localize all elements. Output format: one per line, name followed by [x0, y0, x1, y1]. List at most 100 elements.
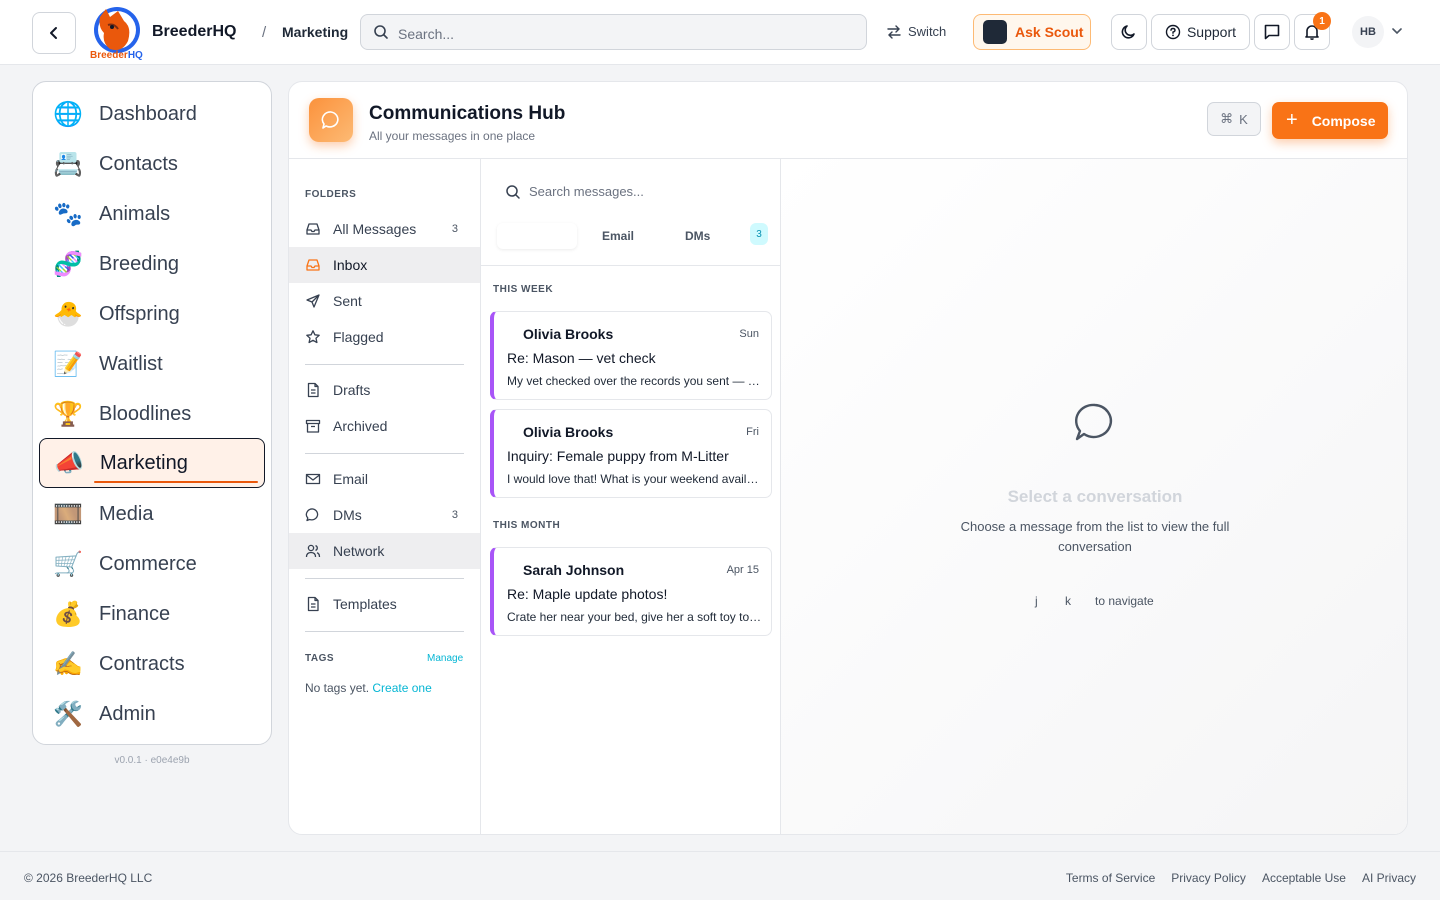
money-bag-icon: 💰 [53, 600, 83, 628]
tab-email[interactable]: Email [602, 229, 634, 243]
folders-heading: FOLDERS [305, 189, 357, 200]
shortcut-key: K [1239, 111, 1248, 127]
app-version: v0.0.1 · e0e4e9b [114, 755, 190, 766]
folder-sent[interactable]: Sent [289, 283, 480, 319]
group-label-this-month: THIS MONTH [493, 520, 561, 531]
theme-toggle-button[interactable] [1111, 14, 1147, 50]
message-date: Sun [739, 328, 759, 340]
search-placeholder: Search... [398, 26, 455, 42]
folder-flagged[interactable]: Flagged [289, 319, 480, 355]
hub-icon [309, 98, 353, 142]
tab-all[interactable] [497, 223, 577, 249]
list-divider [481, 265, 780, 266]
sidebar-item-media[interactable]: 🎞️ Media [39, 489, 265, 539]
folder-dms[interactable]: DMs 3 [289, 497, 480, 533]
message-item[interactable]: Sarah Johnson Apr 15 Re: Maple update ph… [490, 547, 772, 636]
compose-button[interactable]: + Compose [1272, 102, 1388, 139]
message-subject: Re: Mason — vet check [507, 350, 656, 366]
folder-label: Network [333, 543, 385, 559]
sidebar-item-finance[interactable]: 💰 Finance [39, 589, 265, 639]
user-avatar[interactable]: HB [1352, 16, 1384, 48]
globe-icon: 🌐 [53, 100, 83, 128]
messages-button[interactable] [1254, 14, 1290, 50]
dna-icon: 🧬 [53, 250, 83, 278]
no-tags-text: No tags yet. [305, 681, 370, 695]
sidebar-item-label: Animals [99, 202, 171, 225]
inbox-icon [305, 257, 321, 273]
breadcrumb-current[interactable]: Marketing [282, 24, 348, 40]
sidebar: 🌐 Dashboard 📇 Contacts 🐾 Animals 🧬 Breeding … [32, 81, 272, 745]
film-strip-icon: 🎞️ [53, 500, 83, 528]
sidebar-item-waitlist[interactable]: 📝 Waitlist [39, 339, 265, 389]
empty-state-subtitle: Choose a message from the list to view t… [960, 519, 1230, 554]
users-icon [305, 543, 321, 559]
acceptable-use-link[interactable]: Acceptable Use [1262, 871, 1346, 885]
folder-inbox[interactable]: Inbox [289, 247, 480, 283]
sidebar-item-label: Media [99, 502, 154, 525]
copyright: © 2026 BreederHQ LLC [24, 871, 153, 885]
message-subject: Re: Maple update photos! [507, 586, 668, 602]
file-text-icon [305, 382, 321, 398]
folder-divider [305, 631, 464, 632]
paw-prints-icon: 🐾 [53, 200, 83, 228]
sidebar-item-label: Contacts [99, 152, 178, 175]
folder-label: Email [333, 471, 369, 487]
folder-label: Templates [333, 596, 397, 612]
folder-all-messages[interactable]: All Messages 3 [289, 211, 480, 247]
sidebar-item-offspring[interactable]: 🐣 Offspring [39, 289, 265, 339]
sidebar-item-contracts[interactable]: ✍️ Contracts [39, 639, 265, 689]
trophy-icon: 🏆 [53, 400, 83, 428]
sidebar-item-commerce[interactable]: 🛒 Commerce [39, 539, 265, 589]
folder-label: Inbox [333, 257, 368, 273]
folder-drafts[interactable]: Drafts [289, 372, 480, 408]
top-bar: BreederHQ BreederHQ / Marketing Search..… [0, 0, 1440, 65]
back-button[interactable] [32, 12, 76, 54]
support-button[interactable]: Support [1151, 14, 1250, 50]
brand-name: BreederHQ [152, 23, 237, 40]
moon-icon [1121, 25, 1135, 39]
message-item[interactable]: Olivia Brooks Fri Inquiry: Female puppy … [490, 409, 772, 498]
message-subject: Inquiry: Female puppy from M-Litter [507, 448, 729, 464]
terms-link[interactable]: Terms of Service [1066, 871, 1155, 885]
message-search-input[interactable]: Search messages... [529, 184, 644, 199]
ai-privacy-link[interactable]: AI Privacy [1362, 871, 1416, 885]
chat-bubble-icon [321, 111, 339, 129]
sidebar-item-contacts[interactable]: 📇 Contacts [39, 139, 265, 189]
global-search-input[interactable]: Search... [360, 14, 867, 50]
tab-dms[interactable]: DMs [685, 229, 710, 243]
breadcrumb-separator: / [262, 24, 267, 41]
chevron-down-icon[interactable] [1391, 25, 1403, 37]
privacy-link[interactable]: Privacy Policy [1171, 871, 1246, 885]
writing-hand-icon: ✍️ [53, 650, 83, 678]
folder-label: All Messages [333, 221, 417, 237]
page-subtitle: All your messages in one place [369, 129, 536, 143]
folder-label: Flagged [333, 329, 384, 345]
folder-archived[interactable]: Archived [289, 408, 480, 444]
sidebar-item-dashboard[interactable]: 🌐 Dashboard [39, 89, 265, 139]
folder-network[interactable]: Network [289, 533, 480, 569]
message-sender: Sarah Johnson [523, 562, 625, 578]
folder-templates[interactable]: Templates [289, 586, 480, 622]
footer: © 2026 BreederHQ LLC Terms of Service Pr… [0, 851, 1440, 900]
message-item[interactable]: Olivia Brooks Sun Re: Mason — vet check … [490, 311, 772, 400]
search-icon [374, 25, 388, 39]
sidebar-item-breeding[interactable]: 🧬 Breeding [39, 239, 265, 289]
compose-label: Compose [1311, 112, 1376, 129]
sidebar-item-marketing[interactable]: 📣 Marketing [39, 438, 265, 488]
folder-email[interactable]: Email [289, 461, 480, 497]
sidebar-item-admin[interactable]: 🛠️ Admin [39, 689, 265, 739]
message-sender: Olivia Brooks [523, 424, 614, 440]
archive-icon [305, 418, 321, 434]
command-palette-shortcut[interactable]: ⌘ K [1207, 102, 1261, 136]
manage-tags-link[interactable]: Manage [427, 653, 463, 664]
switch-button[interactable]: Switch [886, 24, 946, 39]
sidebar-item-bloodlines[interactable]: 🏆 Bloodlines [39, 389, 265, 439]
message-date: Apr 15 [726, 564, 759, 576]
sidebar-item-animals[interactable]: 🐾 Animals [39, 189, 265, 239]
sidebar-item-label: Admin [99, 702, 156, 725]
create-tag-link[interactable]: Create one [372, 681, 431, 695]
conversation-detail-pane: Select a conversation Choose a message f… [781, 159, 1407, 834]
ask-scout-button[interactable]: Ask Scout [973, 14, 1091, 50]
folder-count: 3 [451, 509, 458, 521]
switch-label: Switch [908, 24, 947, 39]
